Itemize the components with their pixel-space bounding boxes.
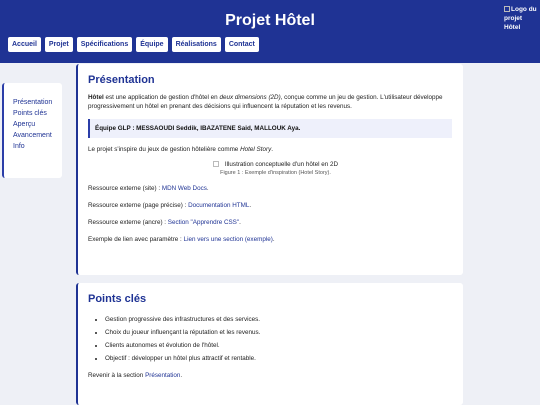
nav-realisations[interactable]: Réalisations bbox=[171, 37, 221, 52]
broken-image-icon bbox=[212, 161, 219, 167]
sidebar-item-info[interactable]: Info bbox=[13, 141, 62, 152]
points-section: Points clés Gestion progressive des infr… bbox=[76, 283, 463, 405]
nav-equipe[interactable]: Équipe bbox=[136, 37, 168, 52]
back-link-row: Revenir à la section Présentation. bbox=[88, 372, 183, 379]
resource-link-row: Ressource externe (ancre) : Section "App… bbox=[88, 219, 241, 226]
list-item: Gestion progressive des infrastructures … bbox=[105, 313, 463, 326]
resource-link-row: Exemple de lien avec paramètre : Lien ve… bbox=[88, 236, 275, 243]
figure-caption: Figure 1 : Exemple d'inspiration (Hotel … bbox=[220, 170, 331, 176]
points-list: Gestion progressive des infrastructures … bbox=[88, 313, 463, 365]
sidebar-item-apercu[interactable]: Aperçu bbox=[13, 119, 62, 130]
presentation-intro: Hôtel est une application de gestion d'h… bbox=[88, 94, 443, 110]
points-title: Points clés bbox=[88, 293, 147, 305]
figure: Illustration conceptuelle d'un hôtel en … bbox=[88, 160, 463, 177]
figure-image: Illustration conceptuelle d'un hôtel en … bbox=[88, 160, 463, 169]
nav-contact[interactable]: Contact bbox=[224, 37, 259, 52]
logo: Logo du projet Hôtel bbox=[504, 5, 540, 32]
css-anchor-link[interactable]: Section "Apprendre CSS" bbox=[168, 219, 239, 226]
list-item: Clients autonomes et évolution de l'hôte… bbox=[105, 339, 463, 352]
back-to-presentation-link[interactable]: Présentation bbox=[145, 372, 180, 379]
presentation-section: Présentation Hôtel est une application d… bbox=[76, 64, 463, 275]
sidebar-item-presentation[interactable]: Présentation bbox=[13, 97, 62, 108]
resource-link-row: Ressource externe (page précise) : Docum… bbox=[88, 202, 252, 209]
broken-image-icon bbox=[504, 6, 510, 12]
sidebar-list: Présentation Points clés Aperçu Avanceme… bbox=[4, 83, 62, 152]
sidebar-item-points-cles[interactable]: Points clés bbox=[13, 108, 62, 119]
sidebar: Présentation Points clés Aperçu Avanceme… bbox=[2, 83, 62, 178]
mdn-link[interactable]: MDN Web Docs bbox=[162, 185, 207, 192]
sidebar-item-avancement[interactable]: Avancement bbox=[13, 130, 62, 141]
presentation-title: Présentation bbox=[88, 74, 155, 86]
inspiration-text: Le projet s'inspire du jeux de gestion h… bbox=[88, 146, 273, 153]
team-box: Équipe GLP : MESSAOUDI Seddik, IBAZATENE… bbox=[88, 119, 452, 138]
list-item: Objectif : développer un hôtel plus attr… bbox=[105, 352, 463, 365]
nav-accueil[interactable]: Accueil bbox=[8, 37, 41, 52]
list-item: Choix du joueur influençant la réputatio… bbox=[105, 326, 463, 339]
html-doc-link[interactable]: Documentation HTML bbox=[188, 202, 249, 209]
nav-specifications[interactable]: Spécifications bbox=[76, 37, 133, 52]
main-nav: Accueil Projet Spécifications Équipe Réa… bbox=[8, 37, 259, 52]
resource-link-row: Ressource externe (site) : MDN Web Docs. bbox=[88, 185, 209, 192]
site-title: Projet Hôtel bbox=[225, 12, 315, 29]
param-link[interactable]: Lien vers une section (exemple) bbox=[184, 236, 273, 243]
site-header: Projet Hôtel Logo du projet Hôtel Accuei… bbox=[0, 0, 540, 63]
nav-projet[interactable]: Projet bbox=[44, 37, 73, 52]
